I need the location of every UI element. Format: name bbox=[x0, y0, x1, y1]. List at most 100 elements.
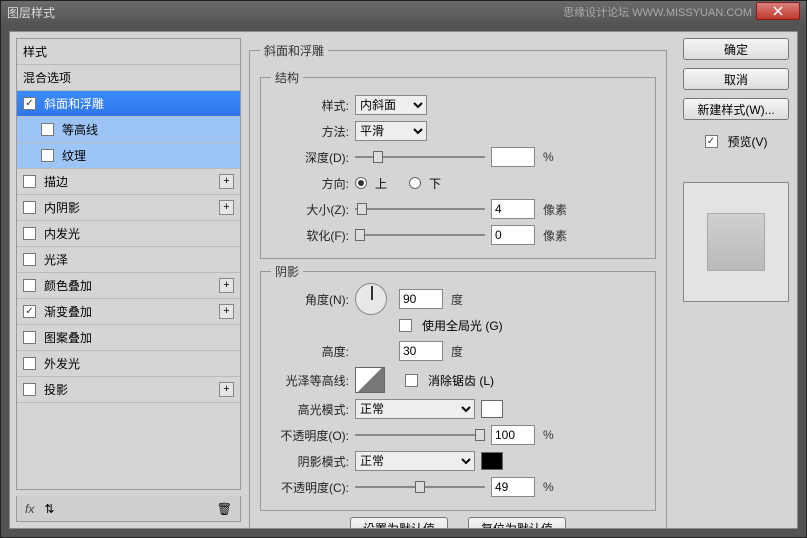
shadow-opacity-input[interactable] bbox=[491, 477, 535, 497]
shadow-opacity-unit: % bbox=[543, 480, 554, 494]
make-default-button[interactable]: 设置为默认值 bbox=[350, 517, 448, 528]
soften-unit: 像素 bbox=[543, 227, 567, 244]
effect-checkbox[interactable] bbox=[23, 383, 36, 396]
sidebar-item[interactable]: 光泽 bbox=[17, 247, 240, 273]
shadow-opacity-label: 不透明度(C): bbox=[271, 479, 349, 496]
effect-checkbox[interactable] bbox=[23, 227, 36, 240]
new-style-button[interactable]: 新建样式(W)... bbox=[683, 98, 789, 120]
highlight-opacity-input[interactable] bbox=[491, 425, 535, 445]
size-input[interactable] bbox=[491, 199, 535, 219]
preview-label: 预览(V) bbox=[728, 133, 768, 150]
gloss-contour-label: 光泽等高线: bbox=[271, 372, 349, 389]
gloss-contour-picker[interactable] bbox=[355, 367, 385, 393]
effect-label: 斜面和浮雕 bbox=[44, 95, 104, 112]
add-effect-icon[interactable]: + bbox=[219, 304, 234, 319]
size-slider[interactable] bbox=[355, 201, 485, 217]
effect-label: 纹理 bbox=[62, 147, 86, 164]
sidebar-blend-options[interactable]: 混合选项 bbox=[17, 65, 240, 91]
sidebar-header: 样式 bbox=[17, 39, 240, 65]
sidebar-footer: fx ⇅ 🗑 bbox=[16, 496, 241, 522]
right-column: 确定 取消 新建样式(W)... 预览(V) bbox=[675, 32, 797, 528]
effect-label: 图案叠加 bbox=[44, 329, 92, 346]
effect-label: 内发光 bbox=[44, 225, 80, 242]
effect-checkbox[interactable] bbox=[23, 253, 36, 266]
highlight-opacity-label: 不透明度(O): bbox=[271, 427, 349, 444]
sidebar-item[interactable]: 颜色叠加 + bbox=[17, 273, 240, 299]
effect-checkbox[interactable] bbox=[41, 149, 54, 162]
sidebar-item[interactable]: 外发光 bbox=[17, 351, 240, 377]
global-light-label: 使用全局光 (G) bbox=[422, 317, 503, 334]
bevel-emboss-group: 斜面和浮雕 结构 样式: 内斜面 方法: 平滑 深度(D): bbox=[249, 42, 667, 528]
antialias-checkbox[interactable] bbox=[405, 374, 418, 387]
shadow-color-swatch[interactable] bbox=[481, 452, 503, 470]
add-effect-icon[interactable]: + bbox=[219, 382, 234, 397]
trash-icon[interactable]: 🗑 bbox=[217, 502, 232, 516]
sidebar-item[interactable]: 渐变叠加+ bbox=[17, 299, 240, 325]
angle-dial[interactable] bbox=[355, 283, 387, 315]
highlight-opacity-unit: % bbox=[543, 428, 554, 442]
highlight-mode-label: 高光模式: bbox=[271, 401, 349, 418]
preview-box bbox=[683, 182, 789, 302]
angle-unit: 度 bbox=[451, 291, 463, 308]
effect-checkbox[interactable] bbox=[23, 201, 36, 214]
soften-input[interactable] bbox=[491, 225, 535, 245]
effect-checkbox[interactable] bbox=[23, 357, 36, 370]
window-title: 图层样式 bbox=[7, 4, 55, 21]
effect-checkbox[interactable] bbox=[23, 279, 36, 292]
effect-checkbox[interactable] bbox=[41, 123, 54, 136]
depth-slider[interactable] bbox=[355, 149, 485, 165]
effect-checkbox[interactable] bbox=[23, 331, 36, 344]
add-effect-icon[interactable]: + bbox=[219, 174, 234, 189]
style-select[interactable]: 内斜面 bbox=[355, 95, 427, 115]
sidebar-item[interactable]: 等高线 bbox=[17, 117, 240, 143]
ok-button[interactable]: 确定 bbox=[683, 38, 789, 60]
sidebar-item[interactable]: 斜面和浮雕 bbox=[17, 91, 240, 117]
effect-checkbox[interactable] bbox=[23, 175, 36, 188]
highlight-color-swatch[interactable] bbox=[481, 400, 503, 418]
add-effect-icon[interactable]: + bbox=[219, 278, 234, 293]
sidebar-blend-label: 混合选项 bbox=[23, 69, 71, 86]
preview-swatch bbox=[707, 213, 765, 271]
sidebar-item[interactable]: 内阴影 + bbox=[17, 195, 240, 221]
close-button[interactable] bbox=[756, 2, 800, 20]
soften-slider[interactable] bbox=[355, 227, 485, 243]
depth-input[interactable] bbox=[491, 147, 535, 167]
close-icon bbox=[773, 6, 783, 16]
effect-label: 颜色叠加 bbox=[44, 277, 92, 294]
highlight-mode-select[interactable]: 正常 bbox=[355, 399, 475, 419]
fx-icon[interactable]: fx bbox=[25, 502, 34, 516]
effect-checkbox[interactable] bbox=[23, 305, 36, 318]
soften-label: 软化(F): bbox=[271, 227, 349, 244]
effect-label: 内阴影 bbox=[44, 199, 80, 216]
preview-checkbox[interactable] bbox=[705, 135, 718, 148]
shadow-mode-select[interactable]: 正常 bbox=[355, 451, 475, 471]
depth-label: 深度(D): bbox=[271, 149, 349, 166]
structure-group: 结构 样式: 内斜面 方法: 平滑 深度(D): bbox=[260, 69, 656, 259]
direction-down-radio[interactable] bbox=[409, 177, 421, 189]
antialias-label: 消除锯齿 (L) bbox=[428, 372, 494, 389]
global-light-checkbox[interactable] bbox=[399, 319, 412, 332]
styles-sidebar: 样式 混合选项 斜面和浮雕等高线纹理描边+内阴影+内发光光泽颜色叠加+渐变叠加+… bbox=[10, 32, 247, 528]
sidebar-item[interactable]: 图案叠加 bbox=[17, 325, 240, 351]
shadow-opacity-slider[interactable] bbox=[355, 479, 485, 495]
angle-input[interactable] bbox=[399, 289, 443, 309]
highlight-opacity-slider[interactable] bbox=[355, 427, 485, 443]
watermark: 思缘设计论坛 WWW.MISSYUAN.COM bbox=[563, 4, 752, 20]
add-effect-icon[interactable]: + bbox=[219, 200, 234, 215]
direction-down-label: 下 bbox=[429, 175, 441, 192]
sidebar-item[interactable]: 投影+ bbox=[17, 377, 240, 403]
settings-panel: 斜面和浮雕 结构 样式: 内斜面 方法: 平滑 深度(D): bbox=[247, 32, 675, 528]
cancel-button[interactable]: 取消 bbox=[683, 68, 789, 90]
direction-up-radio[interactable] bbox=[355, 177, 367, 189]
effect-label: 等高线 bbox=[62, 121, 98, 138]
size-label: 大小(Z): bbox=[271, 201, 349, 218]
method-select[interactable]: 平滑 bbox=[355, 121, 427, 141]
reset-default-button[interactable]: 复位为默认值 bbox=[468, 517, 566, 528]
sidebar-item[interactable]: 描边+ bbox=[17, 169, 240, 195]
effect-checkbox[interactable] bbox=[23, 97, 36, 110]
size-unit: 像素 bbox=[543, 201, 567, 218]
sidebar-item[interactable]: 纹理 bbox=[17, 143, 240, 169]
arrows-icon[interactable]: ⇅ bbox=[44, 502, 54, 516]
sidebar-item[interactable]: 内发光 bbox=[17, 221, 240, 247]
altitude-input[interactable] bbox=[399, 341, 443, 361]
